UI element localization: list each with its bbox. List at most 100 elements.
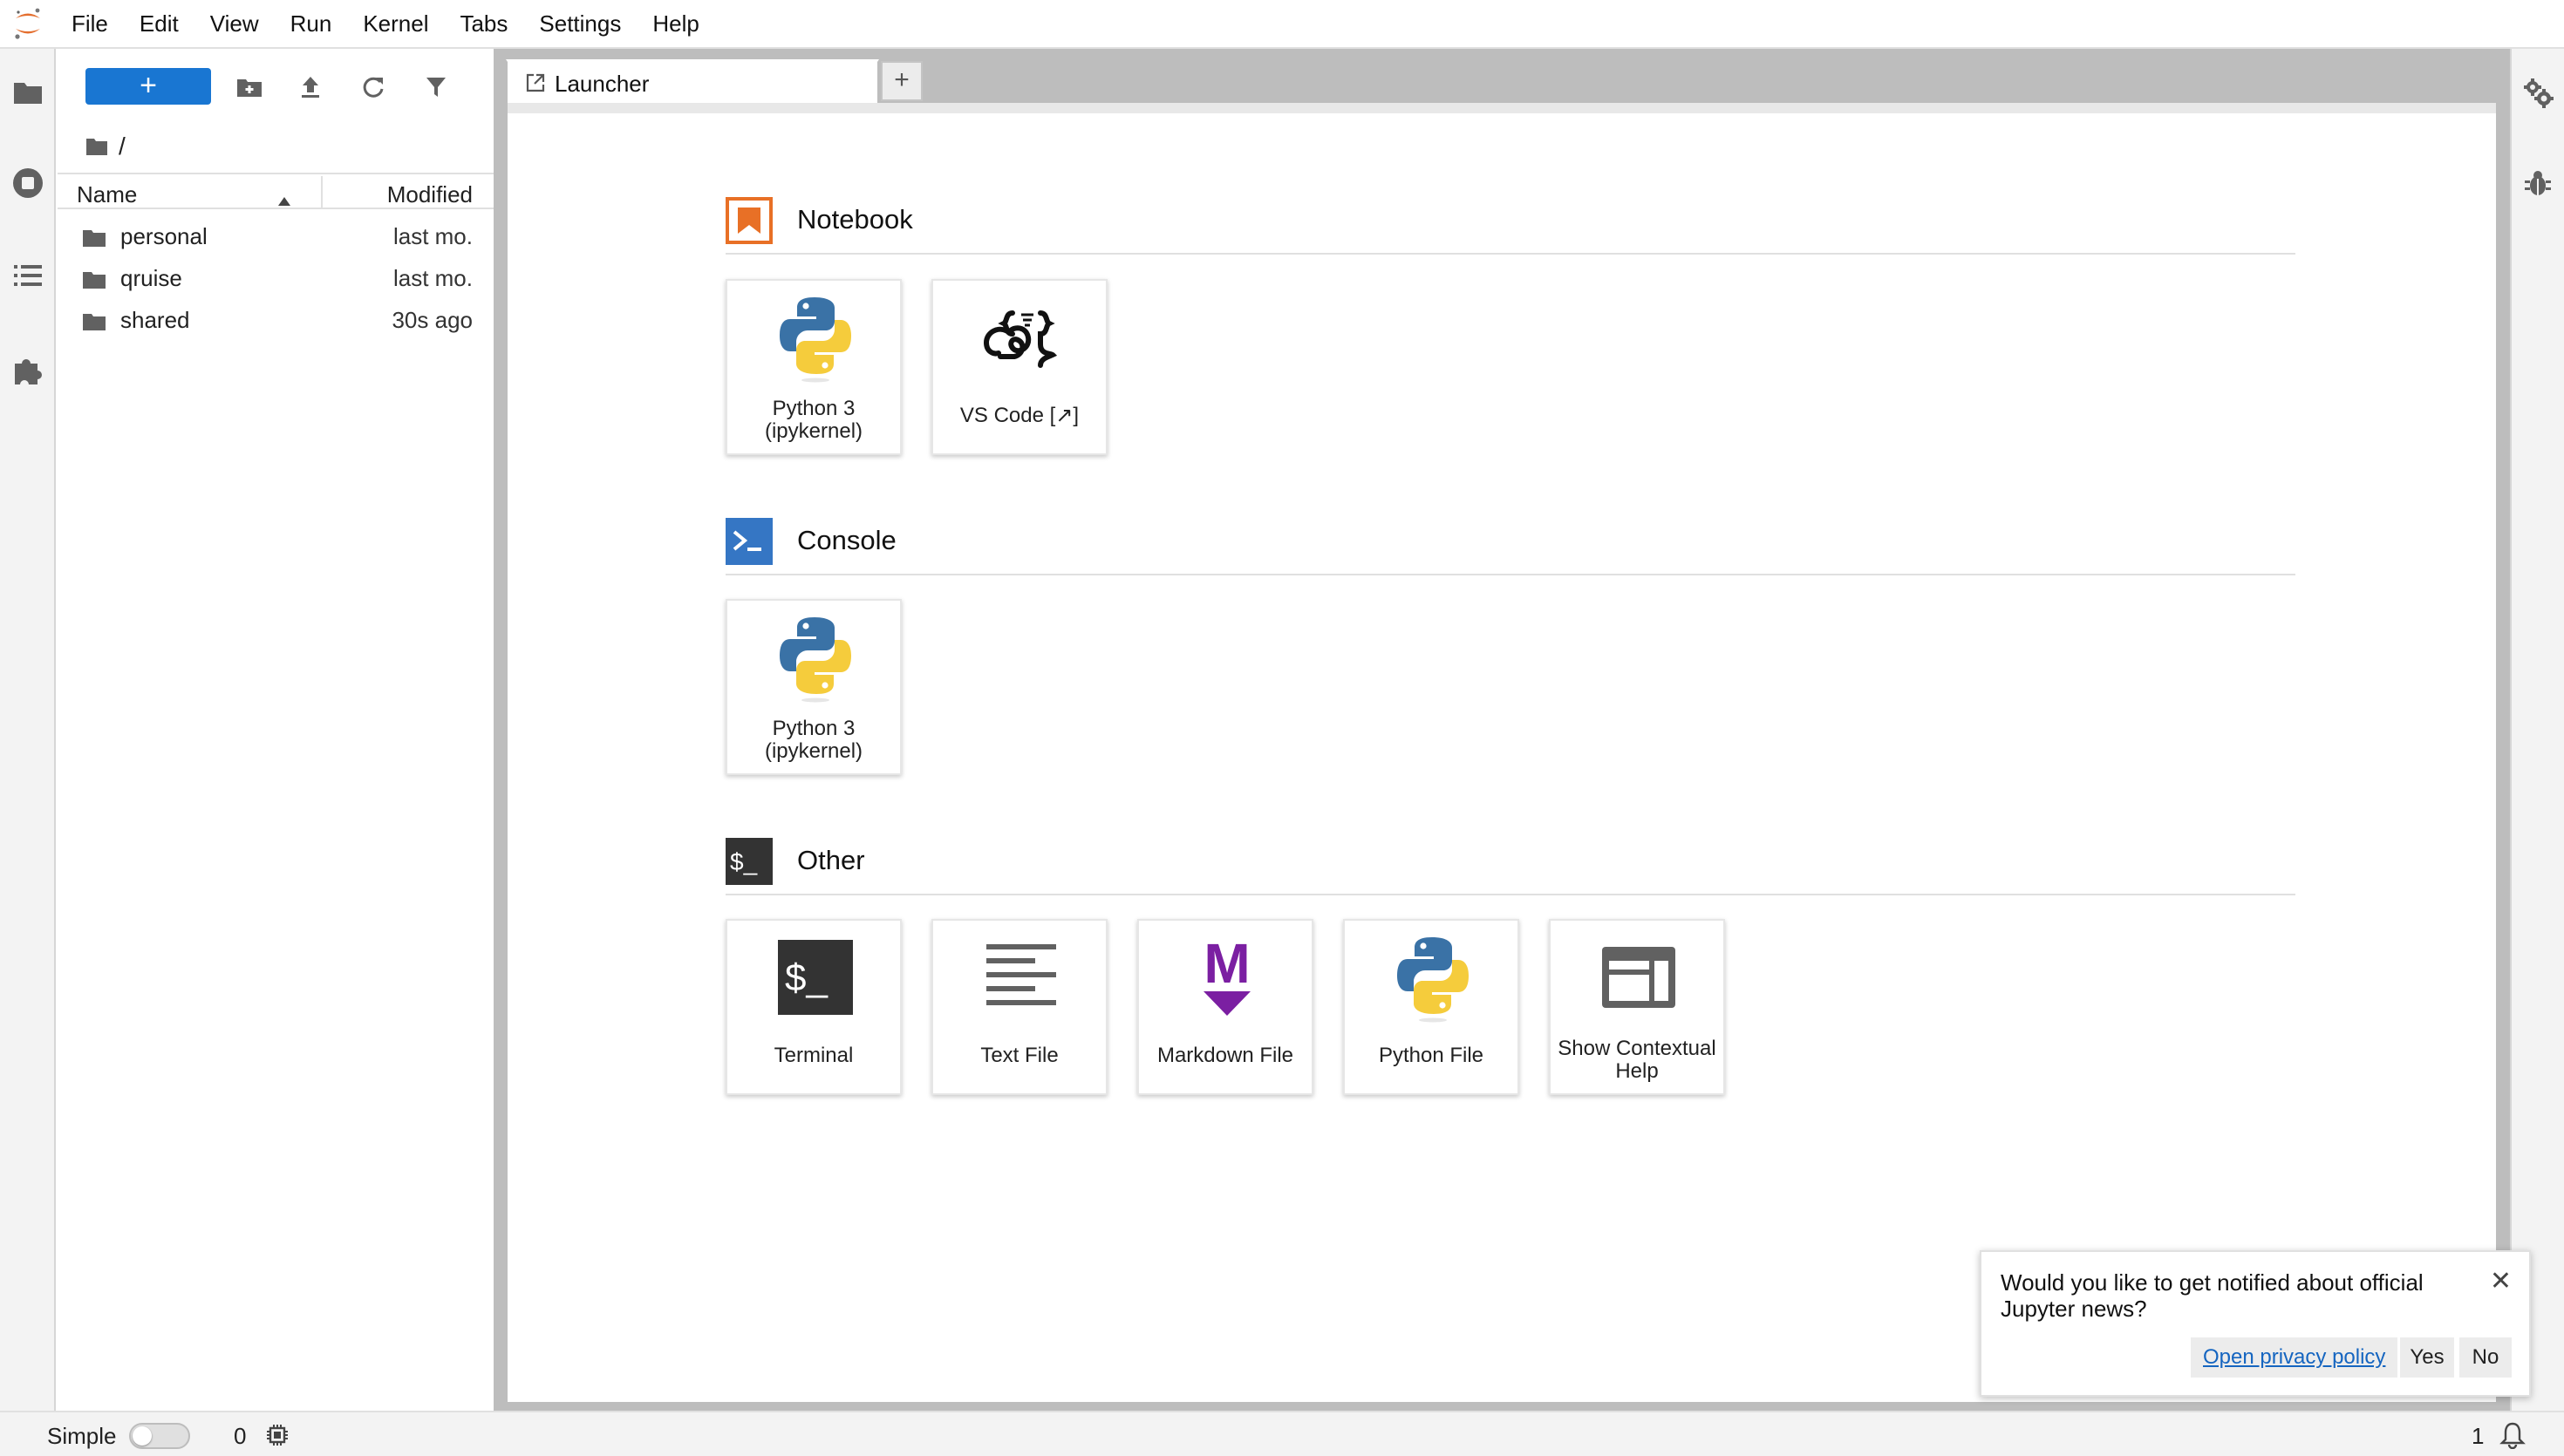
contextual-help-icon: [1594, 933, 1683, 1022]
file-modified: last mo.: [392, 265, 473, 291]
section-console: Console: [726, 506, 2295, 575]
debugger-bug-icon[interactable]: [2517, 162, 2559, 204]
file-name: personal: [120, 223, 208, 249]
notification-count[interactable]: 1: [2472, 1423, 2484, 1450]
launcher-card-markdown-file[interactable]: M Markdown File: [1137, 919, 1313, 1095]
breadcrumb-folder-icon[interactable]: [85, 137, 108, 156]
menu-bar: File Edit View Run Kernel Tabs Settings …: [0, 0, 2564, 49]
right-activity-bar: [2510, 49, 2564, 1411]
python-icon: [771, 293, 860, 383]
breadcrumb-root[interactable]: /: [119, 133, 126, 160]
left-activity-bar: [0, 49, 56, 1411]
file-list-item[interactable]: qruise last mo.: [58, 256, 494, 298]
tab-bar: Launcher +: [506, 54, 2496, 105]
toggle-knob: [133, 1426, 152, 1446]
launcher-card-python-file[interactable]: Python File: [1343, 919, 1519, 1095]
launcher-card-console-python3[interactable]: Python 3 (ipykernel): [726, 599, 902, 775]
card-label: Python File: [1378, 1044, 1484, 1067]
markdown-icon: M: [1183, 933, 1272, 1022]
close-icon[interactable]: ✕: [2490, 1266, 2512, 1296]
simple-mode-label: Simple: [47, 1423, 117, 1449]
file-name: qruise: [120, 265, 182, 291]
sort-ascending-icon[interactable]: [277, 186, 291, 213]
running-kernels-icon[interactable]: [7, 162, 49, 204]
news-notification-toast: Would you like to get notified about off…: [1980, 1250, 2531, 1397]
launcher-card-terminal[interactable]: $_ Terminal: [726, 919, 902, 1095]
menu-edit[interactable]: Edit: [124, 0, 194, 48]
toast-yes-button[interactable]: Yes: [2400, 1337, 2454, 1378]
toast-no-button[interactable]: No: [2459, 1337, 2512, 1378]
launcher-card-contextual-help[interactable]: Show Contextual Help: [1549, 919, 1725, 1095]
sidebar-resize-handle[interactable]: [494, 49, 508, 1411]
file-list-item[interactable]: shared 30s ago: [58, 298, 494, 340]
other-section-icon: $_: [726, 838, 773, 885]
upload-icon[interactable]: [293, 70, 328, 105]
notification-bell-icon[interactable]: [2499, 1421, 2526, 1455]
privacy-policy-link[interactable]: Open privacy policy: [2191, 1337, 2398, 1378]
refresh-icon[interactable]: [356, 70, 391, 105]
folder-icon: [82, 227, 106, 254]
menu-help[interactable]: Help: [637, 0, 714, 48]
terminal-icon: $_: [771, 933, 860, 1022]
toast-message: Would you like to get notified about off…: [2001, 1269, 2424, 1322]
file-browser-toolbar: +: [58, 66, 494, 108]
file-modified: last mo.: [392, 223, 473, 249]
section-title: Notebook: [797, 204, 913, 235]
tab-label: Launcher: [555, 71, 650, 97]
terminal-glyph: $_: [785, 956, 828, 999]
file-list-header: Name Modified: [58, 173, 494, 209]
new-launcher-button[interactable]: +: [85, 68, 211, 105]
python-icon: [1388, 933, 1477, 1023]
text-file-icon: [977, 933, 1066, 1022]
add-tab-button[interactable]: +: [881, 61, 923, 101]
column-divider[interactable]: [321, 176, 323, 208]
extensions-puzzle-icon[interactable]: [7, 349, 49, 391]
menu-kernel[interactable]: Kernel: [347, 0, 444, 48]
section-title: Other: [797, 845, 865, 875]
notebook-section-icon: [726, 197, 773, 244]
jupyter-logo-icon[interactable]: [0, 0, 56, 48]
tab-launcher[interactable]: Launcher: [506, 59, 879, 105]
menu-tabs[interactable]: Tabs: [444, 0, 523, 48]
section-title: Console: [797, 525, 897, 555]
new-folder-icon[interactable]: [232, 70, 267, 105]
python-icon: [771, 613, 860, 703]
menu-file[interactable]: File: [56, 0, 124, 48]
file-list-item[interactable]: personal last mo.: [58, 214, 494, 256]
console-section-icon: [726, 518, 773, 565]
card-label: Show Contextual Help: [1558, 1037, 1716, 1083]
section-notebook: Notebook: [726, 185, 2295, 255]
vscode-icon: [977, 293, 1066, 382]
card-label: Text File: [980, 1044, 1059, 1067]
file-modified: 30s ago: [392, 307, 473, 333]
card-label: VS Code [↗]: [959, 404, 1080, 427]
file-browser: + / Name Modified personal last mo. qrui…: [58, 49, 494, 1411]
card-label: Python 3 (ipykernel): [764, 717, 863, 763]
launcher-card-notebook-python3[interactable]: Python 3 (ipykernel): [726, 279, 902, 455]
folder-icon: [82, 269, 106, 296]
property-inspector-gears-icon[interactable]: [2517, 71, 2559, 113]
launcher-card-vscode[interactable]: VS Code [↗]: [931, 279, 1108, 455]
menu-run[interactable]: Run: [275, 0, 348, 48]
column-header-name[interactable]: Name: [77, 181, 137, 208]
folder-icon: [82, 310, 106, 337]
launcher-tab-icon: [525, 72, 546, 98]
kernel-chip-icon[interactable]: [265, 1423, 290, 1453]
launcher-panel: Notebook Python 3 (ipykernel) VS Code [↗: [508, 103, 2496, 1402]
table-of-contents-icon[interactable]: [7, 255, 49, 296]
filter-icon[interactable]: [419, 70, 453, 105]
section-other: $_ Other: [726, 826, 2295, 895]
simple-mode-toggle[interactable]: [129, 1423, 190, 1449]
markdown-glyph: M: [1204, 934, 1250, 995]
menu-view[interactable]: View: [194, 0, 275, 48]
column-header-modified[interactable]: Modified: [387, 181, 473, 208]
folder-icon[interactable]: [7, 71, 49, 113]
status-bar: Simple 0 1: [0, 1411, 2564, 1456]
launcher-card-text-file[interactable]: Text File: [931, 919, 1108, 1095]
card-label: Markdown File: [1156, 1044, 1294, 1067]
breadcrumb: /: [85, 129, 126, 164]
menu-settings[interactable]: Settings: [523, 0, 637, 48]
running-kernels-count[interactable]: 0: [234, 1423, 246, 1450]
card-label: Terminal: [774, 1044, 854, 1067]
card-label: Python 3 (ipykernel): [764, 397, 863, 443]
